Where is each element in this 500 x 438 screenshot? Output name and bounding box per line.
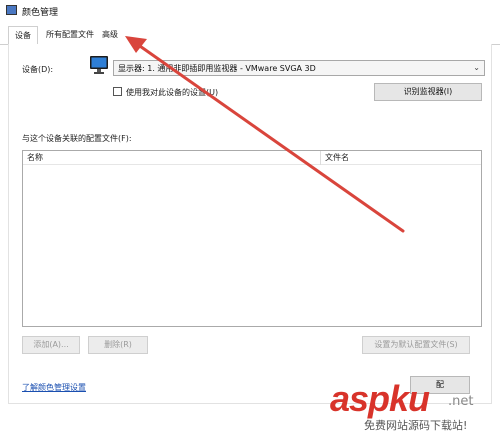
tab-device[interactable]: 设备: [8, 26, 38, 45]
title-bar: 颜色管理: [0, 0, 500, 22]
add-profile-button[interactable]: 添加(A)...: [22, 336, 80, 354]
tab-all-profiles[interactable]: 所有配置文件: [40, 26, 100, 44]
identify-monitors-button[interactable]: 识别监视器(I): [374, 83, 482, 101]
device-select[interactable]: 显示器: 1. 通用非即插即用监视器 - VMware SVGA 3D ⌄: [113, 60, 485, 76]
device-select-value: 显示器: 1. 通用非即插即用监视器 - VMware SVGA 3D: [118, 64, 316, 73]
use-my-settings-checkbox[interactable]: [113, 87, 122, 96]
column-header-filename[interactable]: 文件名: [321, 151, 481, 165]
profiles-list[interactable]: 名称 文件名: [22, 150, 482, 327]
watermark-net-text: .net: [448, 394, 474, 409]
aspku-watermark-logo: aspku: [330, 378, 430, 419]
color-management-icon: [6, 5, 17, 15]
use-my-settings-label: 使用我对此设备的设置(U): [126, 88, 219, 97]
chevron-down-icon: ⌄: [473, 63, 480, 72]
monitor-icon: [90, 56, 108, 74]
window-title: 颜色管理: [22, 8, 59, 18]
tab-strip: 设备 所有配置文件 高级: [0, 26, 500, 45]
watermark-subtitle: 免费网站源码下载站!: [364, 419, 468, 432]
device-label: 设备(D):: [22, 65, 54, 74]
set-default-profile-button[interactable]: 设置为默认配置文件(S): [362, 336, 470, 354]
profiles-section-label: 与这个设备关联的配置文件(F):: [22, 134, 132, 143]
remove-profile-button[interactable]: 删除(R): [88, 336, 148, 354]
column-header-name[interactable]: 名称: [23, 151, 320, 165]
learn-color-management-link[interactable]: 了解颜色管理设置: [22, 382, 86, 393]
tab-advanced[interactable]: 高级: [96, 26, 124, 44]
